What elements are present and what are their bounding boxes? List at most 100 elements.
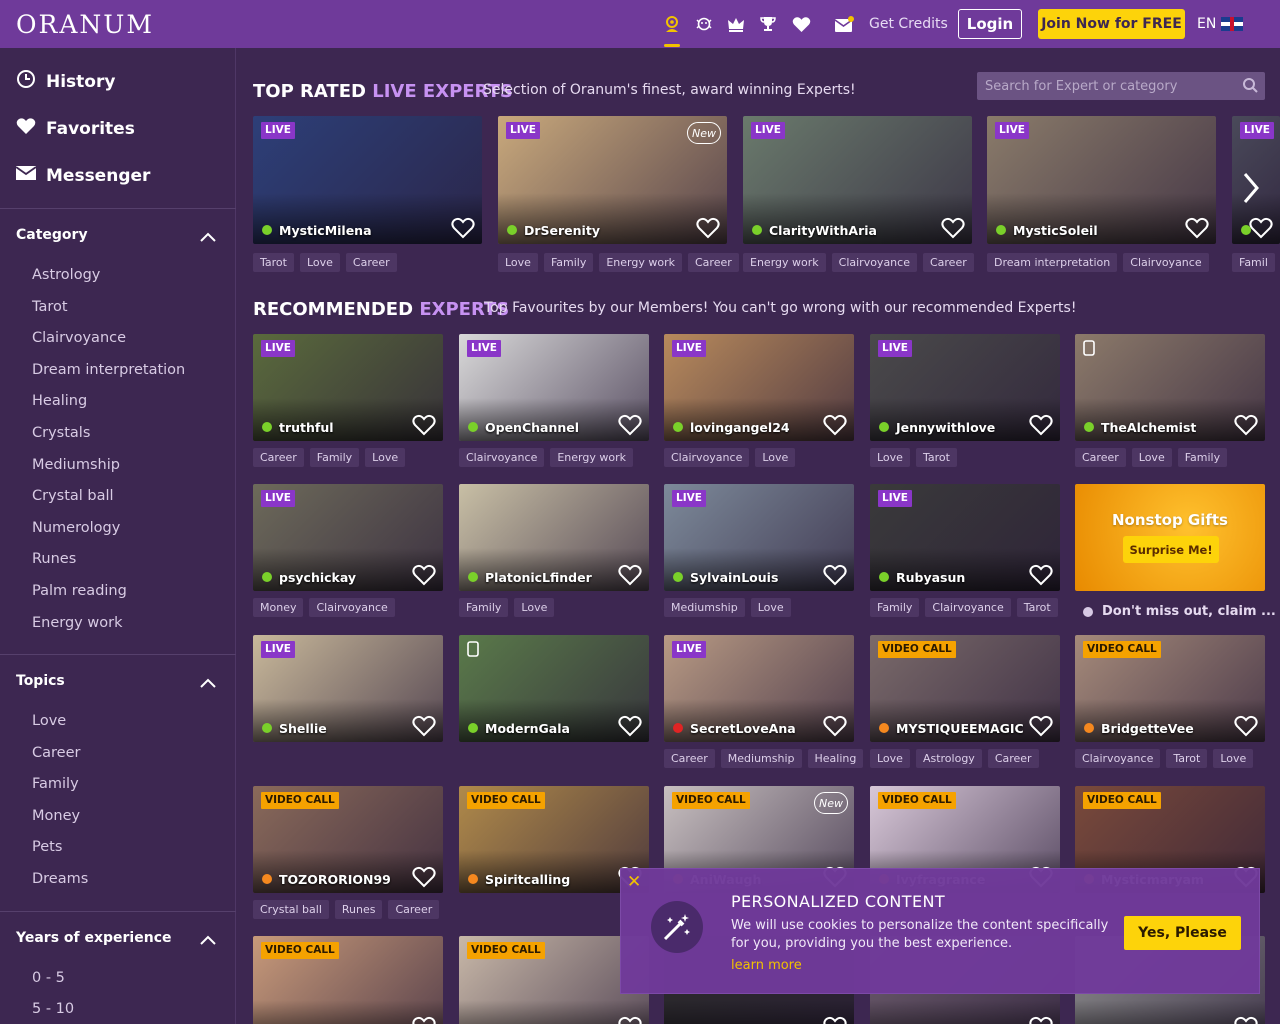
category-tag[interactable]: Career bbox=[388, 900, 440, 919]
search-icon[interactable] bbox=[1242, 77, 1259, 94]
heart-icon[interactable] bbox=[790, 13, 812, 35]
carousel-next-icon[interactable] bbox=[1237, 168, 1265, 208]
sidebar-nav-history[interactable]: History bbox=[16, 69, 115, 94]
favorite-heart-icon[interactable] bbox=[1029, 715, 1053, 737]
mail-icon[interactable] bbox=[833, 13, 855, 35]
expert-card[interactable]: LIVE New DrSerenity bbox=[498, 116, 727, 244]
category-tag[interactable]: Dream interpretation bbox=[987, 253, 1118, 272]
favorite-heart-icon[interactable] bbox=[1029, 1016, 1053, 1024]
category-tag[interactable]: Energy work bbox=[599, 253, 682, 272]
category-tag[interactable]: Energy work bbox=[743, 253, 826, 272]
favorite-heart-icon[interactable] bbox=[1029, 564, 1053, 586]
expert-card[interactable]: LIVE truthful bbox=[253, 334, 443, 441]
category-tag[interactable]: Career bbox=[664, 749, 715, 768]
favorite-heart-icon[interactable] bbox=[941, 217, 965, 239]
sidebar-filter-item[interactable]: Healing bbox=[32, 393, 87, 409]
favorite-heart-icon[interactable] bbox=[1029, 414, 1053, 436]
expert-card[interactable]: LIVE SecretLoveAna bbox=[664, 635, 854, 742]
category-tag[interactable]: Family bbox=[543, 253, 594, 272]
category-tag[interactable]: Money bbox=[253, 598, 304, 617]
category-tag[interactable]: Tarot bbox=[915, 448, 957, 467]
expert-card[interactable]: LIVE SylvainLouis bbox=[664, 484, 854, 591]
sidebar-filter-item[interactable]: Money bbox=[32, 808, 80, 824]
category-tag[interactable]: Career bbox=[345, 253, 397, 272]
language-selector[interactable]: EN bbox=[1197, 16, 1244, 32]
category-tag[interactable]: Healing bbox=[807, 749, 864, 768]
category-tag[interactable]: Mediumship bbox=[720, 749, 802, 768]
category-tag[interactable]: Career bbox=[987, 749, 1039, 768]
surprise-me-button[interactable]: Surprise Me! bbox=[1123, 536, 1219, 563]
sidebar-filter-item[interactable]: Mediumship bbox=[32, 457, 120, 473]
category-tag[interactable]: Tarot bbox=[1166, 749, 1208, 768]
expert-card[interactable]: VIDEO CALL MYSTIQUEEMAGIC bbox=[870, 635, 1060, 742]
category-tag[interactable]: Career bbox=[922, 253, 974, 272]
category-tag[interactable]: Clairvoyance bbox=[459, 448, 545, 467]
expert-card[interactable]: ModernGala bbox=[459, 635, 649, 742]
accept-cookies-button[interactable]: Yes, Please bbox=[1124, 916, 1241, 950]
expert-card[interactable]: LIVE MysticSoleil bbox=[987, 116, 1216, 244]
sidebar-filter-item[interactable]: Energy work bbox=[32, 615, 122, 631]
chevron-up-icon[interactable] bbox=[199, 228, 217, 246]
category-tag[interactable]: Clairvoyance bbox=[831, 253, 917, 272]
favorite-heart-icon[interactable] bbox=[412, 414, 436, 436]
expert-card[interactable]: LIVE Rubyasun bbox=[870, 484, 1060, 591]
category-tag[interactable]: Love bbox=[1213, 749, 1254, 768]
category-tag[interactable]: Love bbox=[498, 253, 538, 272]
chevron-up-icon[interactable] bbox=[199, 931, 217, 949]
sidebar-filter-item[interactable]: Crystals bbox=[32, 425, 90, 441]
category-tag[interactable]: Clairvoyance bbox=[1123, 253, 1209, 272]
favorite-heart-icon[interactable] bbox=[823, 414, 847, 436]
category-tag[interactable]: Clairvoyance bbox=[309, 598, 395, 617]
oranum-logo[interactable]: ORANUM bbox=[16, 10, 154, 39]
category-tag[interactable]: Family bbox=[459, 598, 509, 617]
category-tag[interactable]: Mediumship bbox=[664, 598, 745, 617]
expert-card[interactable]: LIVE Shellie bbox=[253, 635, 443, 742]
mask-icon[interactable] bbox=[693, 13, 715, 35]
category-tag[interactable]: Love bbox=[514, 598, 555, 617]
expert-card[interactable]: LIVE OpenChannel bbox=[459, 334, 649, 441]
favorite-heart-icon[interactable] bbox=[451, 217, 475, 239]
expert-card[interactable]: LIVE psychickay bbox=[253, 484, 443, 591]
trophy-icon[interactable] bbox=[757, 13, 779, 35]
sidebar-filter-item[interactable]: Pets bbox=[32, 839, 62, 855]
favorite-heart-icon[interactable] bbox=[1185, 217, 1209, 239]
expert-card[interactable]: LIVE Jennywithlove bbox=[870, 334, 1060, 441]
category-tag[interactable]: Clairvoyance bbox=[925, 598, 1011, 617]
favorite-heart-icon[interactable] bbox=[1249, 217, 1273, 239]
favorite-heart-icon[interactable] bbox=[696, 217, 720, 239]
favorite-heart-icon[interactable] bbox=[823, 715, 847, 737]
chevron-up-icon[interactable] bbox=[199, 674, 217, 692]
favorite-heart-icon[interactable] bbox=[412, 715, 436, 737]
category-tag[interactable]: Famil bbox=[1232, 253, 1275, 272]
sidebar-nav-favorites[interactable]: Favorites bbox=[16, 117, 135, 140]
get-credits-link[interactable]: Get Credits bbox=[869, 16, 948, 32]
sidebar-filter-item[interactable]: Clairvoyance bbox=[32, 330, 126, 346]
expert-card[interactable]: LIVE lovingangel24 bbox=[664, 334, 854, 441]
category-tag[interactable]: Crystal ball bbox=[253, 900, 329, 919]
category-tag[interactable]: Tarot bbox=[253, 253, 294, 272]
favorite-heart-icon[interactable] bbox=[1234, 414, 1258, 436]
category-tag[interactable]: Love bbox=[365, 448, 406, 467]
favorite-heart-icon[interactable] bbox=[823, 564, 847, 586]
psychic-icon[interactable] bbox=[661, 13, 683, 35]
category-tag[interactable]: Energy work bbox=[550, 448, 633, 467]
expert-card[interactable]: TheAlchemist bbox=[1075, 334, 1265, 441]
category-tag[interactable]: Love bbox=[299, 253, 340, 272]
category-tag[interactable]: Love bbox=[870, 749, 910, 768]
category-tag[interactable]: Tarot bbox=[1016, 598, 1058, 617]
favorite-heart-icon[interactable] bbox=[618, 1016, 642, 1024]
favorite-heart-icon[interactable] bbox=[1234, 1016, 1258, 1024]
expert-card[interactable]: LIVE MysticMilena bbox=[253, 116, 482, 244]
crown-icon[interactable] bbox=[725, 13, 747, 35]
category-tag[interactable]: Love bbox=[755, 448, 796, 467]
experience-title[interactable]: Years of experience bbox=[16, 930, 172, 946]
favorite-heart-icon[interactable] bbox=[412, 866, 436, 888]
expert-card[interactable]: VIDEO CALL TOZORORION99 bbox=[253, 786, 443, 893]
sidebar-filter-item[interactable]: Dreams bbox=[32, 871, 88, 887]
favorite-heart-icon[interactable] bbox=[412, 564, 436, 586]
sidebar-filter-item[interactable]: Astrology bbox=[32, 267, 100, 283]
login-button[interactable]: Login bbox=[958, 9, 1022, 39]
favorite-heart-icon[interactable] bbox=[412, 1016, 436, 1024]
category-tag[interactable]: Family bbox=[1177, 448, 1228, 467]
category-tag[interactable]: Clairvoyance bbox=[1075, 749, 1161, 768]
